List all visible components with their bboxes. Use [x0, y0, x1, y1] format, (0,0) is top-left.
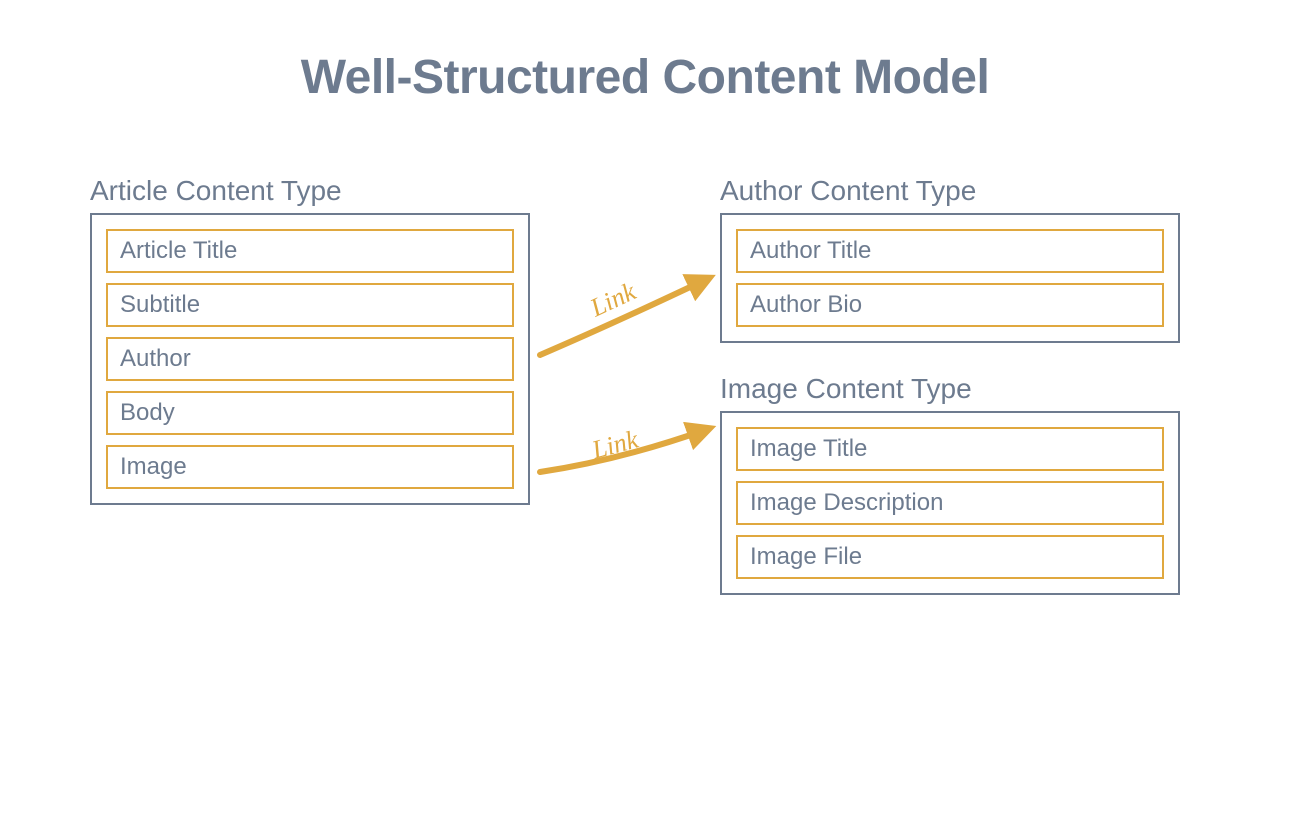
image-content-type-box: Image Title Image Description Image File [720, 411, 1180, 595]
field-image: Image [106, 445, 514, 489]
author-content-type-box: Author Title Author Bio [720, 213, 1180, 343]
image-content-type-label: Image Content Type [720, 373, 1180, 405]
article-content-type-label: Article Content Type [90, 175, 530, 207]
right-column: Author Content Type Author Title Author … [720, 175, 1180, 595]
field-author: Author [106, 337, 514, 381]
diagram-title: Well-Structured Content Model [0, 50, 1290, 105]
field-author-bio: Author Bio [736, 283, 1164, 327]
link-arrow-image [530, 410, 730, 490]
article-content-type-box: Article Title Subtitle Author Body Image [90, 213, 530, 505]
field-article-title: Article Title [106, 229, 514, 273]
field-body: Body [106, 391, 514, 435]
field-subtitle: Subtitle [106, 283, 514, 327]
author-content-type-label: Author Content Type [720, 175, 1180, 207]
article-content-type-group: Article Content Type Article Title Subti… [90, 175, 530, 505]
link-arrow-author [530, 255, 730, 375]
link-label-author: Link [586, 277, 641, 324]
link-label-image: Link [589, 425, 641, 466]
field-image-title: Image Title [736, 427, 1164, 471]
image-content-type-group: Image Content Type Image Title Image Des… [720, 373, 1180, 595]
field-author-title: Author Title [736, 229, 1164, 273]
field-image-description: Image Description [736, 481, 1164, 525]
field-image-file: Image File [736, 535, 1164, 579]
author-content-type-group: Author Content Type Author Title Author … [720, 175, 1180, 343]
